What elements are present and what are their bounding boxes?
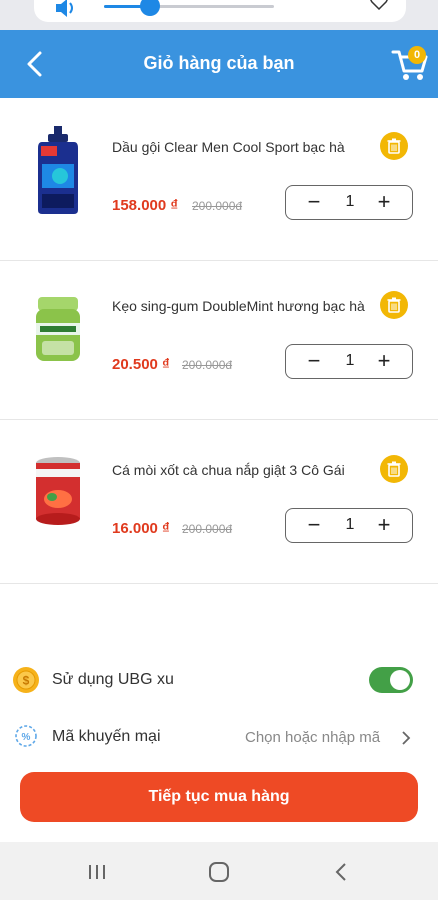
use-coin-label: Sử dụng UBG xu <box>52 671 174 688</box>
toggle-knob <box>390 670 410 690</box>
recent-apps-icon[interactable] <box>85 860 109 884</box>
system-nav-bar <box>0 842 438 900</box>
svg-text:%: % <box>22 732 31 743</box>
item-name[interactable]: Kẹo sing-gum DoubleMint hương bạc hà <box>112 298 365 314</box>
increase-qty-button[interactable]: + <box>364 509 404 541</box>
sardine-can-image <box>36 457 80 525</box>
app-header: Giỏ hàng của bạn 0 <box>0 30 438 98</box>
quantity-stepper: − 1 + <box>285 344 413 379</box>
chevron-right-icon[interactable] <box>400 730 412 746</box>
increase-qty-button[interactable]: + <box>364 186 404 218</box>
item-old-price: 200.000đ <box>192 199 243 213</box>
cart-item: Cá mòi xốt cà chua nắp giật 3 Cô Gái 16.… <box>0 421 438 584</box>
svg-text:$: $ <box>23 674 30 688</box>
trash-icon <box>387 297 401 313</box>
trash-icon <box>387 461 401 477</box>
item-name[interactable]: Cá mòi xốt cà chua nắp giật 3 Cô Gái <box>112 462 345 478</box>
trash-icon <box>387 138 401 154</box>
delete-button[interactable] <box>380 455 408 483</box>
quantity-stepper: − 1 + <box>285 185 413 220</box>
use-coin-toggle[interactable] <box>369 667 413 693</box>
item-old-price: 200.000đ <box>182 358 233 372</box>
volume-overlay <box>0 0 438 30</box>
cart-count-badge: 0 <box>408 46 426 64</box>
promo-code-selector[interactable]: Chọn hoặc nhập mã <box>245 729 380 746</box>
shampoo-bottle-image <box>38 126 78 214</box>
page-title: Giỏ hàng của bạn <box>143 53 295 73</box>
item-price: 20.500 ₫ <box>112 356 170 373</box>
continue-shopping-button[interactable]: Tiếp tục mua hàng <box>20 772 418 822</box>
decrease-qty-button[interactable]: − <box>294 345 334 377</box>
coin-icon: $ <box>13 667 39 693</box>
promo-code-icon: % <box>15 725 37 747</box>
back-icon[interactable] <box>330 860 354 884</box>
speaker-icon[interactable] <box>54 0 80 18</box>
increase-qty-button[interactable]: + <box>364 345 404 377</box>
gum-jar-image <box>36 297 80 361</box>
item-price: 16.000 ₫ <box>112 520 170 537</box>
decrease-qty-button[interactable]: − <box>294 509 334 541</box>
heart-icon[interactable] <box>370 0 388 10</box>
quantity-stepper: − 1 + <box>285 508 413 543</box>
cart-item: Dầu gội Clear Men Cool Sport bạc hà 158.… <box>0 98 438 261</box>
decrease-qty-button[interactable]: − <box>294 186 334 218</box>
home-icon[interactable] <box>207 860 231 884</box>
delete-button[interactable] <box>380 291 408 319</box>
item-price: 158.000 ₫ <box>112 197 179 214</box>
item-old-price: 200.000đ <box>182 522 233 536</box>
promo-code-label: Mã khuyến mại <box>52 728 161 745</box>
volume-slider[interactable] <box>104 5 274 8</box>
cart-item: Kẹo sing-gum DoubleMint hương bạc hà 20.… <box>0 257 438 420</box>
volume-panel <box>34 0 406 22</box>
delete-button[interactable] <box>380 132 408 160</box>
item-name[interactable]: Dầu gội Clear Men Cool Sport bạc hà <box>112 139 345 155</box>
